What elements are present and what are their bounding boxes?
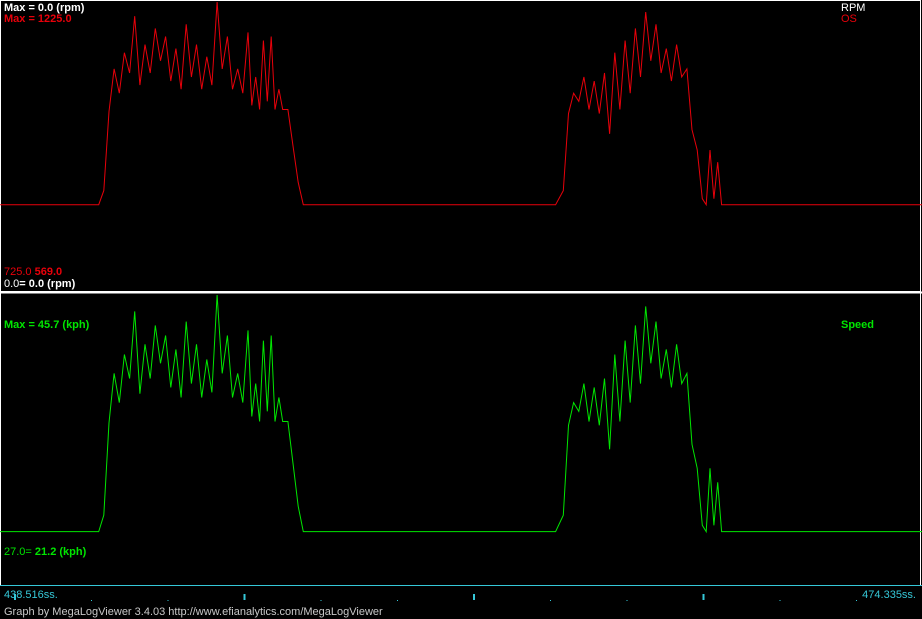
min-os-value: 569.0 (34, 266, 63, 278)
min-os-prefix: 725.0 (4, 266, 32, 278)
min-speed-value: 21.2 (kph) (34, 546, 87, 558)
min-rpm-value: = 0.0 (rpm) (19, 278, 76, 290)
max-os-label: Max = 1225.0 (4, 13, 72, 25)
credit-footer: Graph by MegaLogViewer 3.4.03 http://www… (0, 605, 922, 619)
legend-os: OS (841, 13, 857, 25)
time-start-label: 438.516ss. (4, 589, 58, 601)
min-speed-row: 27.0= 21.2 (kph) (4, 546, 86, 558)
min-rpm-row: 0.0= 0.0 (rpm) (4, 278, 75, 290)
speed-series-line (0, 294, 922, 534)
graph-canvas (0, 0, 922, 601)
min-rpm-prefix: 0.0 (4, 278, 20, 290)
min-speed-prefix: 27.0= (4, 546, 32, 558)
legend-speed: Speed (841, 319, 875, 331)
top-panel-frame (0, 0, 921, 292)
time-end-label: 474.335ss. (862, 589, 916, 601)
max-speed-label: Max = 45.7 (kph) (4, 319, 90, 331)
time-axis-ticks (14, 594, 857, 601)
min-os-row: 725.0 569.0 (4, 266, 62, 278)
os-series-line (0, 1, 922, 207)
